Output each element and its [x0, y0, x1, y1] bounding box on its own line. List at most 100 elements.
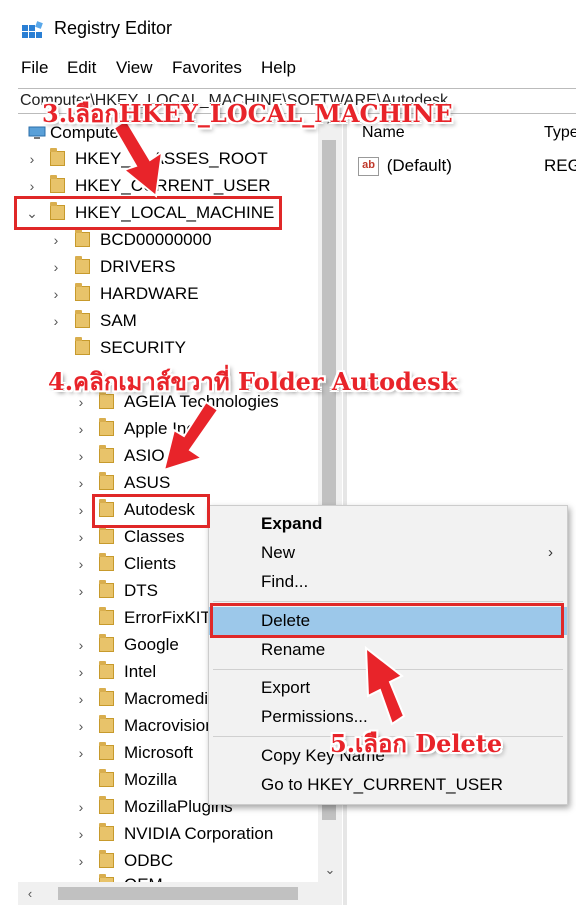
folder-icon: [99, 472, 114, 490]
folder-icon: [75, 256, 90, 274]
menu-file[interactable]: File: [21, 58, 48, 78]
folder-icon: [99, 796, 114, 814]
chevron-right-icon[interactable]: ›: [26, 146, 38, 172]
folder-icon: [99, 526, 114, 544]
chevron-right-icon[interactable]: ›: [75, 848, 87, 874]
folder-icon: [50, 148, 65, 166]
chevron-right-icon[interactable]: ›: [75, 524, 87, 550]
folder-icon: [99, 553, 114, 571]
folder-icon: [99, 580, 114, 598]
menu-item-expand[interactable]: Expand: [209, 510, 567, 538]
tree-label: Microsoft: [124, 743, 193, 762]
tree-label: DRIVERS: [100, 257, 176, 276]
menu-item-label: Go to HKEY_CURRENT_USER: [261, 775, 503, 794]
title-bar: Registry Editor: [0, 0, 576, 58]
menu-item-label: Rename: [261, 640, 326, 659]
tree-label: HKEY_CLASSES_ROOT: [75, 149, 268, 168]
tree-label: Apple Inc.: [124, 419, 200, 438]
folder-icon: [99, 634, 114, 652]
chevron-right-icon[interactable]: ›: [75, 872, 87, 882]
chevron-right-icon[interactable]: ›: [75, 686, 87, 712]
chevron-right-icon[interactable]: ›: [75, 632, 87, 658]
chevron-right-icon[interactable]: ›: [50, 254, 62, 280]
menu-item-label: Expand: [261, 514, 323, 533]
folder-icon: [99, 715, 114, 733]
chevron-right-icon[interactable]: ›: [75, 740, 87, 766]
chevron-right-icon[interactable]: ›: [75, 659, 87, 685]
folder-icon: [75, 310, 90, 328]
tree-label: Intel: [124, 662, 157, 681]
tree-label: NVIDIA Corporation: [124, 824, 274, 843]
menu-item-rename[interactable]: Rename: [209, 636, 567, 664]
menu-item-export[interactable]: Export: [209, 674, 567, 702]
folder-icon: [75, 229, 90, 247]
menu-item-label: New: [261, 543, 296, 562]
menu-favorites[interactable]: Favorites: [172, 58, 242, 78]
tree-label: Macromedia: [124, 689, 218, 708]
tree-label: ErrorFixKIT: [124, 608, 211, 627]
tree-label: ASUS: [124, 473, 171, 492]
chevron-right-icon[interactable]: ›: [75, 578, 87, 604]
scroll-left-icon[interactable]: ‹: [18, 882, 42, 906]
folder-icon: [99, 850, 114, 868]
chevron-right-icon[interactable]: ›: [50, 308, 62, 334]
folder-icon: [99, 688, 114, 706]
tree-horizontal-scrollbar[interactable]: ‹: [18, 882, 342, 905]
folder-icon: [99, 823, 114, 841]
folder-icon: [75, 283, 90, 301]
window-title: Registry Editor: [54, 18, 173, 38]
chevron-right-icon[interactable]: ›: [75, 416, 87, 442]
menu-separator: [213, 669, 563, 670]
tree-label: DTS: [124, 581, 158, 600]
chevron-right-icon: ›: [548, 544, 553, 561]
menu-edit[interactable]: Edit: [67, 58, 96, 78]
menu-item-label: Export: [261, 678, 311, 697]
registry-editor-icon: [22, 21, 43, 38]
menu-item-label: Find...: [261, 572, 309, 591]
chevron-right-icon[interactable]: ›: [75, 497, 87, 523]
menu-view[interactable]: View: [116, 58, 153, 78]
chevron-right-icon[interactable]: ›: [75, 551, 87, 577]
string-value-icon: ab: [358, 157, 379, 177]
tree-label: SAM: [100, 311, 137, 330]
highlight-hklm: [14, 196, 282, 230]
tree-label: ASIO: [124, 446, 165, 465]
folder-icon: [99, 418, 114, 436]
tree-label: ODBC: [124, 851, 174, 870]
menu-item-find[interactable]: Find...: [209, 568, 567, 596]
annotation-step3: 3.เลือกHKEY_LOCAL_MACHINE: [42, 99, 453, 128]
chevron-right-icon[interactable]: ›: [75, 470, 87, 496]
chevron-right-icon[interactable]: ›: [75, 794, 87, 820]
tree-label: Macrovision: [124, 716, 215, 735]
tree-label: Google: [124, 635, 179, 654]
tree-label: SECURITY: [100, 338, 186, 357]
chevron-right-icon[interactable]: ›: [50, 227, 62, 253]
annotation-step5: 5.เลือก Delete: [330, 729, 503, 758]
folder-icon: [50, 175, 65, 193]
folder-icon: [99, 445, 114, 463]
value-row[interactable]: ab (Default) REG: [358, 154, 576, 178]
annotation-step4: 4.คลิกเมาส์ขวาที่ Folder Autodesk: [48, 367, 458, 396]
tree-label: BCD00000000: [100, 230, 212, 249]
chevron-right-icon[interactable]: ›: [75, 443, 87, 469]
column-header-type[interactable]: Type: [544, 124, 576, 142]
folder-icon: [75, 337, 90, 355]
value-name: (Default): [386, 156, 452, 175]
folder-icon: [99, 742, 114, 760]
folder-icon: [99, 769, 114, 787]
menu-bar: File Edit View Favorites Help: [0, 58, 576, 86]
menu-item-new[interactable]: New ›: [209, 539, 567, 567]
scroll-thumb[interactable]: [58, 887, 298, 900]
tree-label: Mozilla: [124, 770, 177, 789]
chevron-right-icon[interactable]: ›: [50, 281, 62, 307]
highlight-delete: [210, 603, 564, 638]
menu-item-goto-hkcu[interactable]: Go to HKEY_CURRENT_USER: [209, 771, 567, 799]
highlight-autodesk: [92, 494, 210, 528]
folder-icon: [99, 607, 114, 625]
value-type: REG: [544, 156, 576, 175]
chevron-right-icon[interactable]: ›: [75, 713, 87, 739]
menu-help[interactable]: Help: [261, 58, 296, 78]
folder-icon: [99, 661, 114, 679]
chevron-right-icon[interactable]: ›: [75, 821, 87, 847]
scroll-down-icon[interactable]: ⌄: [318, 858, 342, 882]
